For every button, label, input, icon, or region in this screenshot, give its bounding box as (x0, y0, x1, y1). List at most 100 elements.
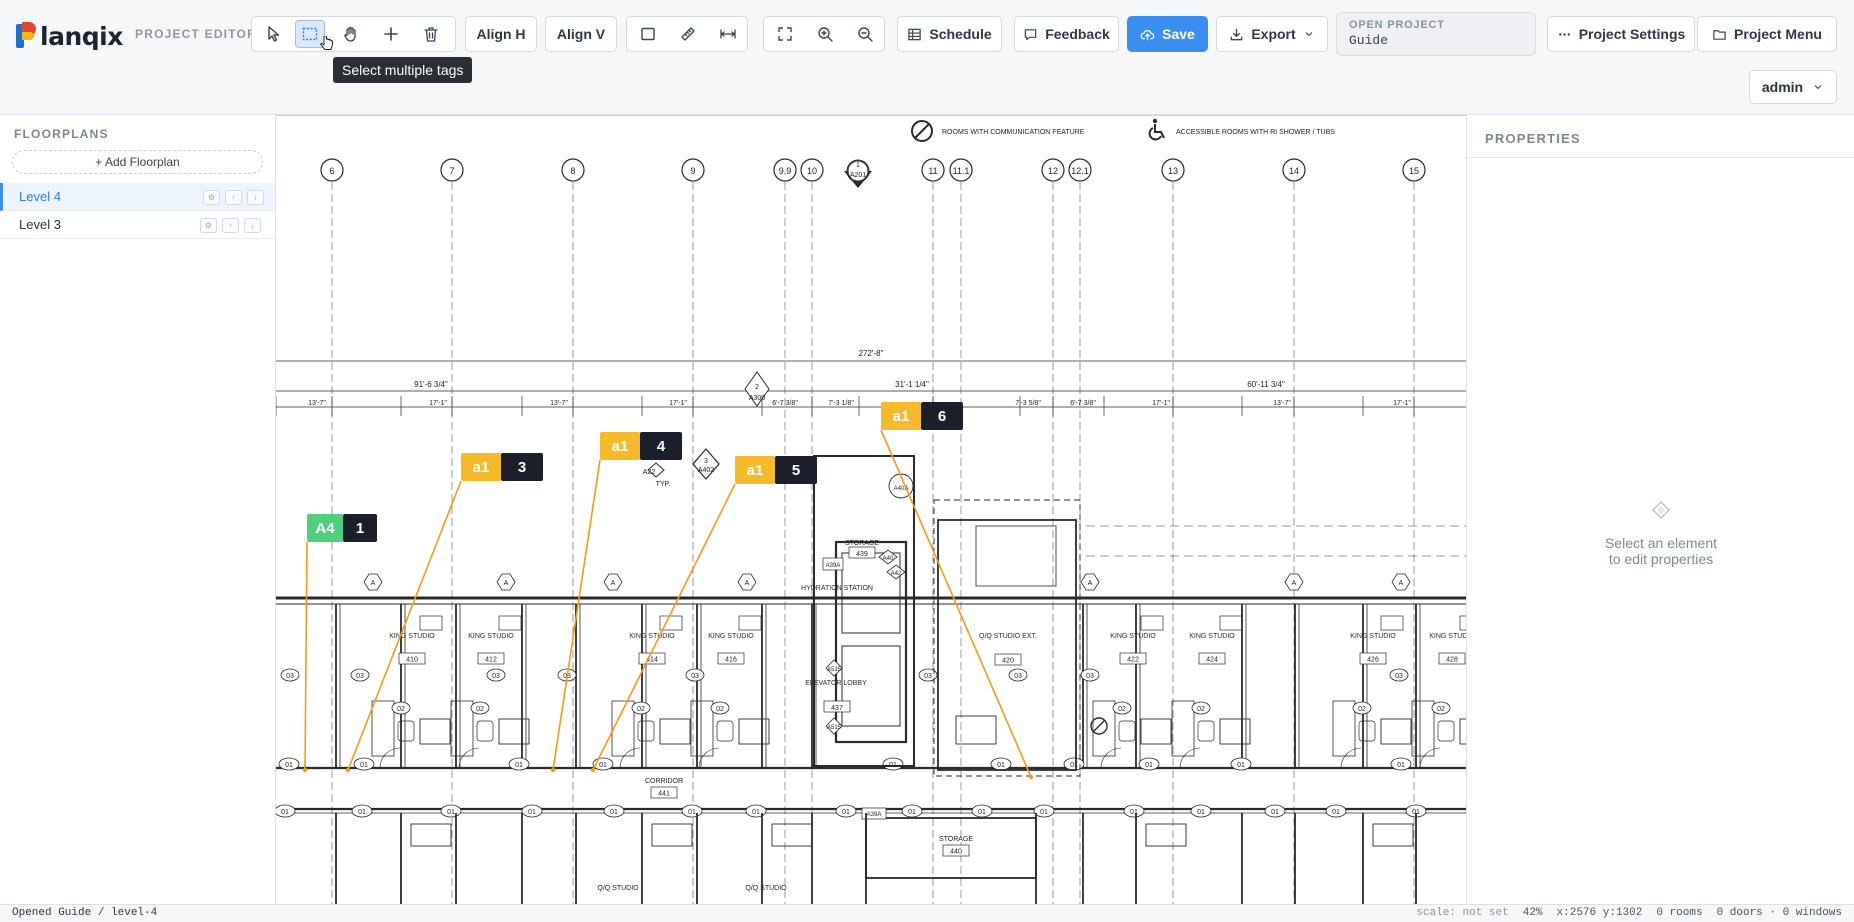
diamond-icon (1652, 501, 1670, 519)
chevron-down-icon (1305, 32, 1313, 37)
room-number: 424 (1206, 657, 1218, 664)
tag-code: a1 (893, 408, 910, 425)
tag-code: a1 (612, 438, 629, 455)
tag-leader-line (304, 541, 308, 771)
grid-lines: 6 7 8 9 9.9 10 11 11.1 12 12.1 13 14 15 (320, 158, 1426, 904)
dimension-left: 91'-6 3/4" (414, 380, 448, 389)
grid-label: 15 (1409, 166, 1419, 176)
open-project-label: OPEN PROJECT (1349, 19, 1445, 31)
add-tool-button[interactable] (376, 20, 406, 48)
status-zoom: 42% (1522, 907, 1543, 919)
tag[interactable]: a1 6 (881, 402, 963, 430)
align-v-button[interactable]: Align V (545, 16, 617, 52)
dimension-icon (720, 29, 736, 39)
measure-tool-button[interactable] (673, 20, 703, 48)
window-tag-label: 02 (637, 706, 645, 713)
door-swing (1179, 747, 1201, 769)
tag[interactable]: A4 1 (307, 514, 377, 542)
rectangle-icon (641, 27, 655, 41)
bay-dimension: 17'-1" (1152, 400, 1170, 407)
door-tag-label: 01 (752, 809, 760, 816)
door-tag-label: 01 (528, 809, 536, 816)
gear-button[interactable]: ⚙ (203, 190, 220, 205)
kitchenette (975, 525, 1057, 587)
window-tag-label: 03 (286, 673, 294, 680)
fit-view-button[interactable] (770, 20, 800, 48)
door-tag-label: 01 (358, 809, 366, 816)
empty-state-line-1: Select an element (1604, 535, 1718, 551)
select-tool-button[interactable] (259, 20, 289, 48)
user-menu[interactable]: admin (1749, 70, 1837, 104)
window-tag-label: 03 (1395, 673, 1403, 680)
vanity (1437, 720, 1455, 742)
bay-dimension: 7'-3 1/8" (828, 400, 854, 407)
arrow-up-button[interactable]: ↑ (225, 190, 242, 205)
qq-wall (937, 519, 1077, 771)
chevron-down-icon (1814, 85, 1822, 90)
room-name: KING STUDIO (1110, 633, 1156, 640)
marquee-select-icon (302, 27, 318, 41)
section-mark-number: 1 (856, 162, 860, 169)
room-number: 422 (1127, 657, 1139, 664)
closet (1380, 615, 1404, 631)
floorplan-canvas[interactable]: ROOMS WITH COMMUNICATION FEATURE ACCESSIB… (276, 115, 1466, 904)
status-scale: scale: not set (1416, 907, 1509, 919)
callout-label: A515 (827, 725, 842, 731)
properties-panel: PROPERTIES Select an element to edit pro… (1466, 115, 1854, 904)
app-logo[interactable]: lanqix (16, 18, 123, 54)
align-h-button[interactable]: Align H (465, 16, 537, 52)
floorplan-drawing[interactable]: ROOMS WITH COMMUNICATION FEATURE ACCESSIB… (276, 116, 1466, 904)
bay-dimension: 6'-7 3/8" (772, 400, 798, 407)
door-tag-label: 01 (1332, 809, 1340, 816)
dimension-tool-button[interactable] (713, 20, 743, 48)
room-number: 426 (1367, 657, 1379, 664)
schedule-button[interactable]: Schedule (897, 16, 1002, 52)
feedback-button[interactable]: Feedback (1014, 16, 1119, 52)
tag[interactable]: a1 4 (600, 432, 682, 460)
app-root: lanqix PROJECT EDITOR Align H Align V Sc… (0, 0, 1854, 922)
arrow-up-button[interactable]: ↑ (222, 218, 239, 233)
bathroom (450, 700, 474, 757)
logo-text: lanqix (40, 21, 123, 51)
tub (419, 718, 451, 745)
window-tag-label: 02 (476, 706, 484, 713)
pan-tool-button[interactable] (336, 20, 366, 48)
door-tag-label: 01 (908, 809, 916, 816)
rectangle-tool-button[interactable] (633, 20, 663, 48)
status-coords: x:2576 y:1302 (1556, 907, 1643, 919)
save-button[interactable]: Save (1127, 16, 1208, 52)
zoom-in-button[interactable] (810, 20, 840, 48)
callout-label: A22 (643, 469, 656, 476)
dimension-mid: 31'-1 1/4" (895, 380, 929, 389)
floorplan-item[interactable]: Level 4 ⚙ ↑ ↓ (0, 183, 275, 211)
view-tool-group (763, 16, 885, 52)
status-doors-windows: 0 doors · 0 windows (1716, 907, 1842, 919)
storage-lower-number: 440 (950, 849, 962, 856)
qq-studio: Q/Q STUDIO EXT. 420 (933, 499, 1081, 777)
tag[interactable]: a1 3 (461, 453, 543, 481)
floorplan-item[interactable]: Level 3 ⚙ ↑ ↓ (0, 211, 275, 239)
zoom-out-icon (858, 27, 873, 42)
lower-room-name: Q/Q STUDIO (597, 885, 639, 892)
open-project-field[interactable]: OPEN PROJECT Guide (1336, 12, 1536, 56)
add-floorplan-button[interactable]: + Add Floorplan (12, 150, 263, 174)
vanity (1197, 720, 1215, 742)
zoom-out-button[interactable] (850, 20, 880, 48)
export-button[interactable]: Export (1216, 16, 1328, 52)
callout-label: A39A (867, 812, 882, 818)
callout-label: A39A (826, 563, 841, 569)
tub (738, 718, 770, 745)
more-horizontal-icon (1558, 32, 1570, 36)
tag[interactable]: a1 5 (735, 456, 817, 484)
delete-tool-button[interactable] (416, 20, 446, 48)
project-menu-button[interactable]: Project Menu (1697, 16, 1837, 52)
lower-room-name: Q/Q STUDIO (745, 885, 787, 892)
gear-button[interactable]: ⚙ (200, 218, 217, 233)
tool-group (251, 16, 456, 52)
project-settings-button[interactable]: Project Settings (1547, 16, 1695, 52)
arrow-down-button[interactable]: ↓ (244, 218, 261, 233)
arrow-down-button[interactable]: ↓ (247, 190, 264, 205)
hex-marker-label: A (1292, 580, 1297, 587)
hex-marker-label: A (1399, 580, 1404, 587)
trash-icon (424, 27, 438, 42)
